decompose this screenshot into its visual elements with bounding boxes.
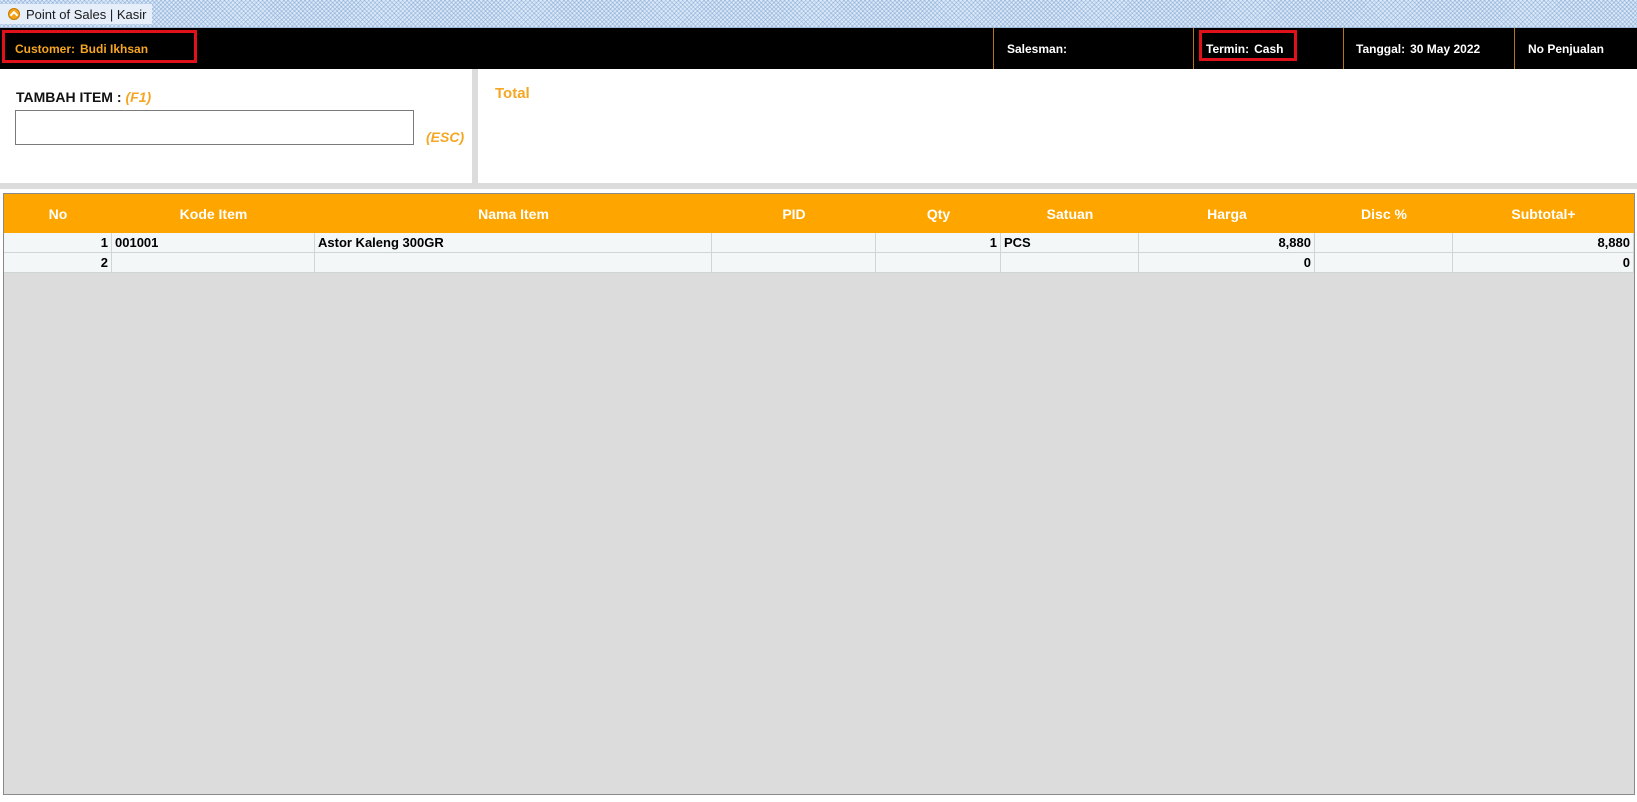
add-item-panel: TAMBAH ITEM : (F1) (ESC)	[0, 69, 478, 189]
column-header-subtotal[interactable]: Subtotal+	[1453, 194, 1634, 233]
cell-pid[interactable]	[712, 233, 876, 252]
salesman-label: Salesman:	[1007, 41, 1068, 56]
total-label: Total	[495, 85, 530, 102]
infobar-divider	[1514, 28, 1515, 69]
info-bar: Customer: Budi Ikhsan Salesman: Termin: …	[0, 28, 1637, 69]
infobar-divider	[1343, 28, 1344, 69]
table-row[interactable]: 2 0 0	[4, 253, 1634, 273]
cell-no[interactable]: 1	[4, 233, 112, 252]
window-titlebar: Point of Sales | Kasir	[0, 0, 1637, 28]
add-item-hotkey: (F1)	[125, 89, 152, 105]
tanggal-value: 30 May 2022	[1410, 41, 1481, 56]
bottom-strip	[0, 795, 1637, 802]
total-panel: Total	[478, 69, 1637, 189]
tanggal-info: Tanggal: 30 May 2022	[1356, 28, 1480, 69]
column-header-pid[interactable]: PID	[712, 194, 876, 233]
cell-disc[interactable]	[1315, 233, 1453, 252]
no-penjualan-info: No Penjualan	[1528, 28, 1604, 69]
cell-kode-item[interactable]	[112, 253, 315, 272]
cell-kode-item[interactable]: 001001	[112, 233, 315, 252]
column-header-disc[interactable]: Disc %	[1315, 194, 1453, 233]
cell-qty[interactable]	[876, 253, 1001, 272]
infobar-divider	[1193, 28, 1194, 69]
column-header-kode-item[interactable]: Kode Item	[112, 194, 315, 233]
column-header-qty[interactable]: Qty	[876, 194, 1001, 233]
column-header-harga[interactable]: Harga	[1139, 194, 1315, 233]
cell-nama-item[interactable]	[315, 253, 712, 272]
esc-hint: (ESC)	[426, 129, 465, 145]
window-title-area: Point of Sales | Kasir	[0, 4, 153, 24]
table-row[interactable]: 1 001001 Astor Kaleng 300GR 1 PCS 8,880 …	[4, 233, 1634, 253]
cell-nama-item[interactable]: Astor Kaleng 300GR	[315, 233, 712, 252]
column-header-satuan[interactable]: Satuan	[1001, 194, 1139, 233]
add-item-input[interactable]	[15, 110, 414, 145]
app-icon	[8, 8, 20, 20]
infobar-divider	[993, 28, 994, 69]
column-header-no[interactable]: No	[4, 194, 112, 233]
item-grid[interactable]: No Kode Item Nama Item PID Qty Satuan Ha…	[3, 193, 1635, 795]
no-penjualan-label: No Penjualan	[1528, 41, 1605, 56]
add-item-label: TAMBAH ITEM : (F1)	[16, 89, 151, 105]
cell-pid[interactable]	[712, 253, 876, 272]
add-item-label-text: TAMBAH ITEM :	[16, 89, 122, 105]
cell-satuan[interactable]	[1001, 253, 1139, 272]
cell-disc[interactable]	[1315, 253, 1453, 272]
cell-subtotal[interactable]: 0	[1453, 253, 1634, 272]
grid-header: No Kode Item Nama Item PID Qty Satuan Ha…	[4, 194, 1634, 233]
cell-satuan[interactable]: PCS	[1001, 233, 1139, 252]
cell-qty[interactable]: 1	[876, 233, 1001, 252]
cell-subtotal[interactable]: 8,880	[1453, 233, 1634, 252]
column-header-nama-item[interactable]: Nama Item	[315, 194, 712, 233]
tanggal-label: Tanggal:	[1356, 41, 1406, 56]
window-title: Point of Sales | Kasir	[26, 6, 147, 22]
termin-highlight-box	[1199, 30, 1297, 61]
cell-no[interactable]: 2	[4, 253, 112, 272]
cell-harga[interactable]: 0	[1139, 253, 1315, 272]
customer-highlight-box	[2, 30, 197, 63]
cell-harga[interactable]: 8,880	[1139, 233, 1315, 252]
salesman-info[interactable]: Salesman:	[1007, 28, 1072, 69]
